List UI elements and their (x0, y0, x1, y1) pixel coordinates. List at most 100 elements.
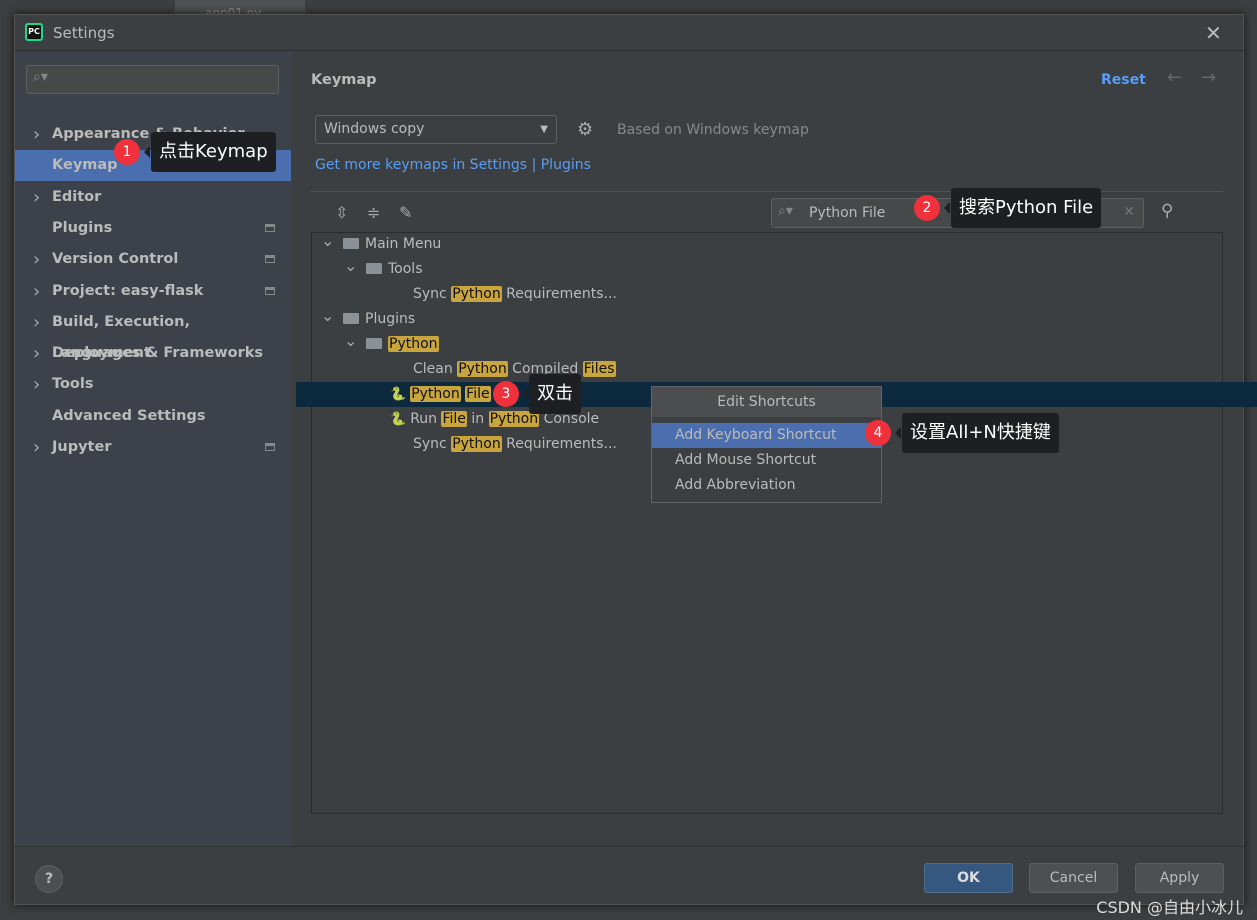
annotation-tooltip-1: 点击Keymap (144, 132, 276, 172)
search-match: File (441, 411, 467, 427)
watermark: CSDN @自由小冰儿 (1096, 898, 1243, 917)
popup-header: Edit Shortcuts (652, 387, 881, 417)
chevron-down-icon: ▼ (540, 124, 548, 135)
add-keyboard-shortcut-item[interactable]: Add Keyboard Shortcut (652, 423, 881, 448)
sidebar-item-languages-frameworks[interactable]: › Languages & Frameworks (15, 338, 291, 369)
keymap-links: Get more keymaps in Settings | Plugins (315, 157, 591, 173)
annotation-tooltip-4: 设置All+N快捷键 (895, 413, 1059, 453)
search-match: Python (451, 286, 502, 302)
clear-icon[interactable]: ✕ (1123, 204, 1135, 220)
row-text: Main Menu (365, 236, 442, 252)
row-text: Sync (413, 436, 452, 452)
tree-row[interactable]: ⌄ Tools (344, 256, 423, 282)
settings-search-input[interactable]: ⌕▾ (26, 65, 279, 94)
chevron-right-icon[interactable]: › (33, 119, 40, 150)
collapse-all-icon[interactable]: ≑ (367, 203, 380, 222)
chevron-right-icon[interactable]: › (33, 182, 40, 213)
sidebar-item-label: Advanced Settings (52, 407, 206, 424)
search-match: Python (388, 336, 439, 352)
row-text: Sync (413, 286, 452, 302)
tree-row[interactable]: 🐍 Python File (390, 382, 491, 407)
based-on-label: Based on Windows keymap (617, 122, 809, 138)
keymap-select-value: Windows copy (324, 121, 425, 137)
row-text: in (466, 411, 489, 427)
apply-button[interactable]: Apply (1135, 863, 1224, 893)
cancel-button[interactable]: Cancel (1029, 863, 1118, 893)
sidebar-item-version-control[interactable]: › Version Control (15, 244, 291, 275)
find-by-shortcut-icon[interactable]: ⚲ (1161, 201, 1173, 221)
project-level-icon (265, 255, 275, 264)
edit-shortcuts-popup: Edit Shortcuts Add Keyboard Shortcut Add… (651, 386, 882, 503)
sidebar-item-label: Keymap (52, 157, 118, 174)
edit-pencil-icon[interactable]: ✎ (399, 203, 412, 222)
sidebar-item-build-execution-deployment[interactable]: › Build, Execution, Deployment (15, 307, 291, 361)
chevron-right-icon[interactable]: › (33, 276, 40, 307)
pycharm-logo-icon: PC (25, 23, 43, 41)
forward-arrow-icon[interactable]: → (1201, 67, 1216, 88)
help-button[interactable]: ? (35, 865, 63, 893)
add-abbreviation-item[interactable]: Add Abbreviation (652, 473, 881, 498)
chevron-down-icon[interactable]: ⌄ (321, 228, 334, 253)
folder-icon (343, 313, 359, 324)
sidebar-item-advanced-settings[interactable]: Advanced Settings (15, 401, 291, 432)
chevron-right-icon[interactable]: › (33, 432, 40, 463)
sidebar-item-project-easy-flask[interactable]: › Project: easy-flask (15, 276, 291, 307)
actions-tree (311, 232, 1223, 814)
sidebar-item-editor[interactable]: › Editor (15, 182, 291, 213)
search-match: Python (410, 386, 461, 402)
title-bar: PC Settings ✕ (15, 15, 1245, 51)
plugins-link[interactable]: Plugins (541, 157, 591, 173)
dialog-footer: ? OK Cancel Apply (15, 846, 1245, 906)
chevron-down-icon[interactable]: ⌄ (321, 303, 334, 328)
tree-row[interactable]: Sync Python Requirements... (413, 282, 617, 307)
sidebar-item-plugins[interactable]: Plugins (15, 213, 291, 244)
search-value: Python File (809, 205, 886, 221)
annotation-tooltip-3: 双击 (522, 374, 581, 414)
ok-button[interactable]: OK (924, 863, 1013, 893)
search-match: File (465, 386, 491, 402)
back-arrow-icon[interactable]: ← (1167, 67, 1182, 88)
search-icon: ⌕▾ (778, 203, 793, 219)
sidebar-item-label: Languages & Frameworks (52, 345, 264, 362)
editor-tab[interactable]: app01.py (175, 0, 305, 14)
tree-row[interactable]: ⌄ Python (344, 331, 439, 357)
chevron-down-icon[interactable]: ⌄ (344, 328, 357, 353)
chevron-right-icon[interactable]: › (33, 338, 40, 369)
gear-icon[interactable]: ⚙ (577, 119, 593, 140)
page-title: Keymap (311, 72, 377, 88)
sidebar-item-label: Version Control (52, 251, 179, 268)
sidebar-item-jupyter[interactable]: › Jupyter (15, 432, 291, 463)
row-text: Tools (388, 261, 423, 277)
sidebar-item-label: Jupyter (52, 439, 112, 455)
row-text: Requirements... (501, 286, 617, 302)
get-more-keymaps-link[interactable]: Get more keymaps in Settings (315, 157, 527, 173)
close-icon[interactable]: ✕ (1205, 21, 1222, 45)
tree-row[interactable]: Sync Python Requirements... (413, 432, 617, 457)
search-match: Python (451, 436, 502, 452)
annotation-badge-1: 1 (114, 139, 140, 165)
tree-row[interactable]: ⌄ Main Menu (321, 231, 442, 257)
search-icon: ⌕▾ (33, 69, 48, 85)
row-text: Requirements... (501, 436, 617, 452)
expand-all-icon[interactable]: ⇳ (335, 203, 348, 222)
project-level-icon (265, 286, 275, 295)
keymap-select[interactable]: Windows copy ▼ (315, 115, 557, 144)
sidebar-item-label: Plugins (52, 219, 113, 236)
project-level-icon (265, 223, 275, 232)
reset-link[interactable]: Reset (1101, 72, 1146, 88)
tree-row[interactable]: Clean Python Compiled Files (413, 357, 616, 382)
sidebar-item-label: Tools (52, 376, 94, 393)
annotation-badge-3: 3 (493, 381, 519, 407)
python-icon: 🐍 (390, 412, 407, 427)
folder-icon (366, 263, 382, 274)
row-text: Plugins (365, 311, 416, 327)
chevron-right-icon[interactable]: › (33, 307, 40, 338)
sidebar-item-tools[interactable]: › Tools (15, 369, 291, 400)
menu-folder-icon (343, 238, 359, 249)
search-match: Python (457, 361, 508, 377)
sidebar-item-label: Editor (52, 188, 102, 205)
chevron-down-icon[interactable]: ⌄ (344, 253, 357, 278)
chevron-right-icon[interactable]: › (33, 244, 40, 275)
add-mouse-shortcut-item[interactable]: Add Mouse Shortcut (652, 448, 881, 473)
chevron-right-icon[interactable]: › (33, 369, 40, 400)
